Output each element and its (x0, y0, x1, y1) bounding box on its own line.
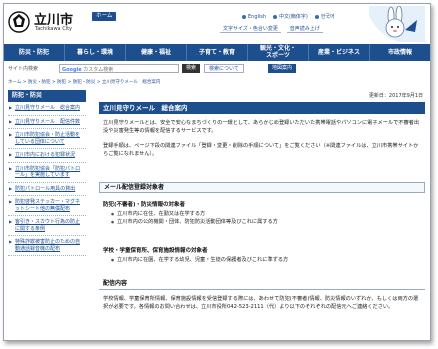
globe-icon (272, 14, 277, 19)
main-navigation: 防災・防犯 暮らし・環境 健康・福祉 子育て・教育 観光・文化・スポーツ 産業・… (4, 44, 430, 61)
sidebar-item-crime-status[interactable]: 立川市内における犯罪状況 (8, 149, 86, 163)
group-heading-school: 学校・学童保育所、保育施設情報の対象者 (103, 248, 208, 254)
nav-childcare-education[interactable]: 子育て・教育 (187, 44, 248, 61)
intro-paragraph: 立川見守りメールとは、安全で安心なまちづくりの一環として、あらかじめ登録いただい… (103, 120, 420, 134)
search-button[interactable]: 検索 (182, 64, 201, 73)
eligible-list-crime-disaster: 立川市内に在住、在勤又は在学する方 立川市内の公的機関・団体、防犯防災活動団体等… (111, 210, 278, 226)
sidebar: 防犯・防災 立川見守りメール 総合案内 立川見守りメール 配信件数 立川市防犯協… (8, 90, 86, 340)
logo-subtitle: Tachikawa City (35, 26, 73, 32)
home-button[interactable]: ホーム (92, 12, 117, 21)
nav-industry-business[interactable]: 産業・ビジネス (309, 44, 370, 61)
breadcrumb[interactable]: ホーム > 防災・防犯 > 防犯 > 防犯・防災 > 立川見守りメール 総合案内 (8, 79, 160, 85)
utility-links: 文字サイズ・色合い変更 音声読み上げ (220, 25, 327, 35)
list-item: 立川市内に在住、在勤又は在学する方 (111, 210, 278, 218)
site-logo[interactable]: 立川市 Tachikawa City (8, 9, 98, 35)
list-item: 立川市内の公的機関・団体、防犯防災活動団体等及びこれに属する方 (111, 218, 278, 226)
sidebar-heading: 防犯・防災 (8, 90, 86, 102)
eligible-list-school: 立川市内に在園、在学する幼児、児童・生徒の保護者及びこれに準ずる方 (111, 256, 288, 264)
search-placeholder: カスタム検索 (83, 67, 114, 73)
google-logo: Google (62, 67, 82, 73)
search-label: サイト内検索 (8, 66, 39, 72)
lang-english-link[interactable]: English (242, 14, 266, 20)
lang-korean-label: 한국어 (320, 14, 335, 20)
nav-disaster-crime[interactable]: 防災・防犯 (4, 44, 65, 61)
page-title: 立川見守りメール 総合案内 (99, 102, 425, 114)
group-heading-crime-disaster: 防犯(不審者)・防災情報の対象者 (103, 202, 186, 208)
search-input[interactable]: Google カスタム検索 (59, 64, 179, 73)
sidebar-item-crime-prevention-association[interactable]: 立川市防犯協会・防止活動をしている団体について (8, 129, 86, 149)
globe-icon (314, 14, 319, 19)
search-about-link[interactable]: 検索について (204, 64, 244, 73)
nav-health-welfare[interactable]: 健康・福祉 (126, 44, 187, 61)
browser-frame: 立川市 Tachikawa City ホーム English 中文(簡体字) 한… (3, 3, 431, 341)
sidebar-item-stickers[interactable]: 防犯啓発ステッカー・マグネットシート他の無償配布 (8, 196, 86, 216)
sidebar-item-patrol[interactable]: 立川市防犯協会「防犯パトロール」を実施しています (8, 163, 86, 183)
nav-city-info[interactable]: 市政情報 (370, 44, 430, 61)
search-bar: サイト内検索 Google カスタム検索 検索 検索について 地図案内 (4, 63, 430, 75)
site-header: 立川市 Tachikawa City ホーム English 中文(簡体字) 한… (4, 4, 430, 44)
sidebar-item-patrol-equipment[interactable]: 防犯パトロール用具の貸出 (8, 183, 86, 196)
language-links: English 中文(簡体字) 한국어 (242, 13, 340, 21)
lang-korean-link[interactable]: 한국어 (314, 13, 335, 20)
updated-date: 更新日：2017年9月1日 (368, 93, 423, 99)
sidebar-item-mimamori-mail[interactable]: 立川見守りメール 総合案内 (8, 102, 86, 116)
nav-tourism-label: 観光・文化・スポーツ (259, 45, 296, 59)
text-size-color-button[interactable]: 文字サイズ・色合い変更 (220, 25, 281, 33)
lang-chinese-link[interactable]: 中文(簡体字) (272, 13, 308, 20)
map-guide-button[interactable]: 地図案内 (268, 64, 297, 73)
lang-chinese-label: 中文(簡体字) (278, 14, 308, 20)
sidebar-item-call-recorder[interactable]: 特殊詐欺被害防止のための自動通話録音機の配布 (8, 236, 86, 256)
sidebar-item-solicitation-ordinance[interactable]: 客引き・スカウト行為の防止に関する条例 (8, 216, 86, 236)
nav-living-environment[interactable]: 暮らし・環境 (65, 44, 126, 61)
main-content: 更新日：2017年9月1日 立川見守りメール 総合案内 立川見守りメールとは、安… (99, 90, 425, 340)
read-aloud-button[interactable]: 音声読み上げ (286, 25, 323, 33)
registration-paragraph: 登録手順は、ページ下段の関連ファイル「登録・変更・削除の手順について」をご覧くだ… (103, 143, 419, 157)
section-heading-delivery: 配信内容 (99, 279, 425, 290)
delivery-paragraph: 学校情報、学童保育所情報、保育施設情報を受信登録する際には、あわせて防犯(不審者… (103, 296, 419, 310)
list-item: 立川市内に在園、在学する幼児、児童・生徒の保護者及びこれに準ずる方 (111, 256, 288, 264)
section-heading-eligible: メール配信登録対象者 (99, 182, 425, 193)
globe-icon (242, 14, 246, 19)
city-emblem-icon (8, 11, 30, 33)
mascot-rabbit-icon (369, 6, 425, 42)
nav-tourism-culture-sports[interactable]: 観光・文化・スポーツ (248, 44, 309, 61)
lang-english-label: English (248, 14, 267, 20)
sidebar-item-delivery-count[interactable]: 立川見守りメール 配信件数 (8, 116, 86, 129)
